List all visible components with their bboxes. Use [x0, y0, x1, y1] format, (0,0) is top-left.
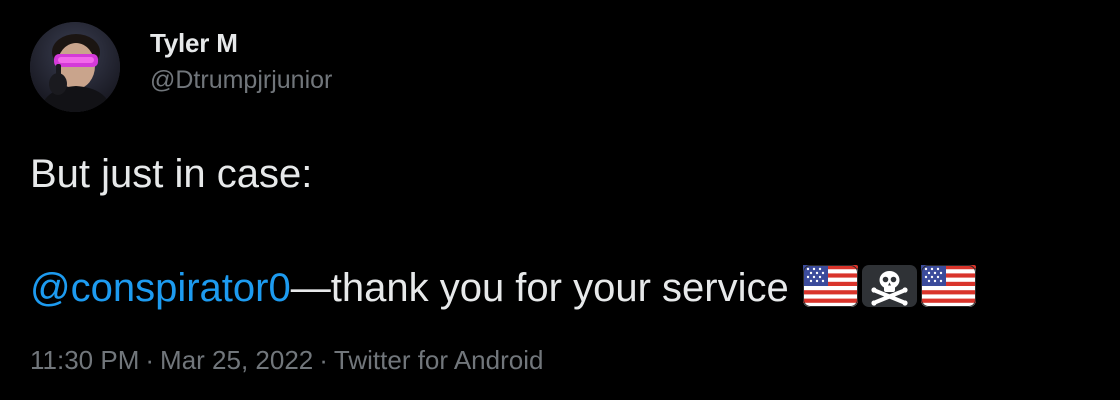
profile-avatar[interactable]	[30, 22, 120, 112]
tweet-date[interactable]: Mar 25, 2022	[160, 345, 313, 375]
tweet-line-1: But just in case:	[30, 152, 313, 196]
tweet-line-2-text: —thank you for your service	[290, 266, 789, 310]
tweet-line-2: @conspirator0—thank you for your service	[30, 260, 1110, 317]
us-flag-emoji-icon	[802, 265, 858, 307]
tweet-source[interactable]: Twitter for Android	[334, 345, 544, 375]
mention-link[interactable]: @conspirator0	[30, 266, 291, 310]
tweet-text: But just in case: @conspirator0—thank yo…	[30, 146, 1110, 317]
meta-separator: ·	[145, 345, 155, 375]
meta-separator: ·	[319, 345, 328, 375]
tweet-metadata: 11:30 PM · Mar 25, 2022 · Twitter for Androi…	[30, 345, 543, 376]
skull-and-crossbones-emoji-icon	[861, 265, 917, 307]
display-name[interactable]: Tyler M	[150, 28, 238, 59]
avatar-image-icon	[30, 22, 120, 112]
tweet-time[interactable]: 11:30 PM	[30, 345, 139, 375]
user-handle[interactable]: @Dtrumpjrjunior	[150, 66, 332, 95]
us-flag-emoji-icon	[920, 265, 976, 307]
tweet-container: Tyler M @Dtrumpjrjunior But just in case…	[0, 0, 1120, 400]
